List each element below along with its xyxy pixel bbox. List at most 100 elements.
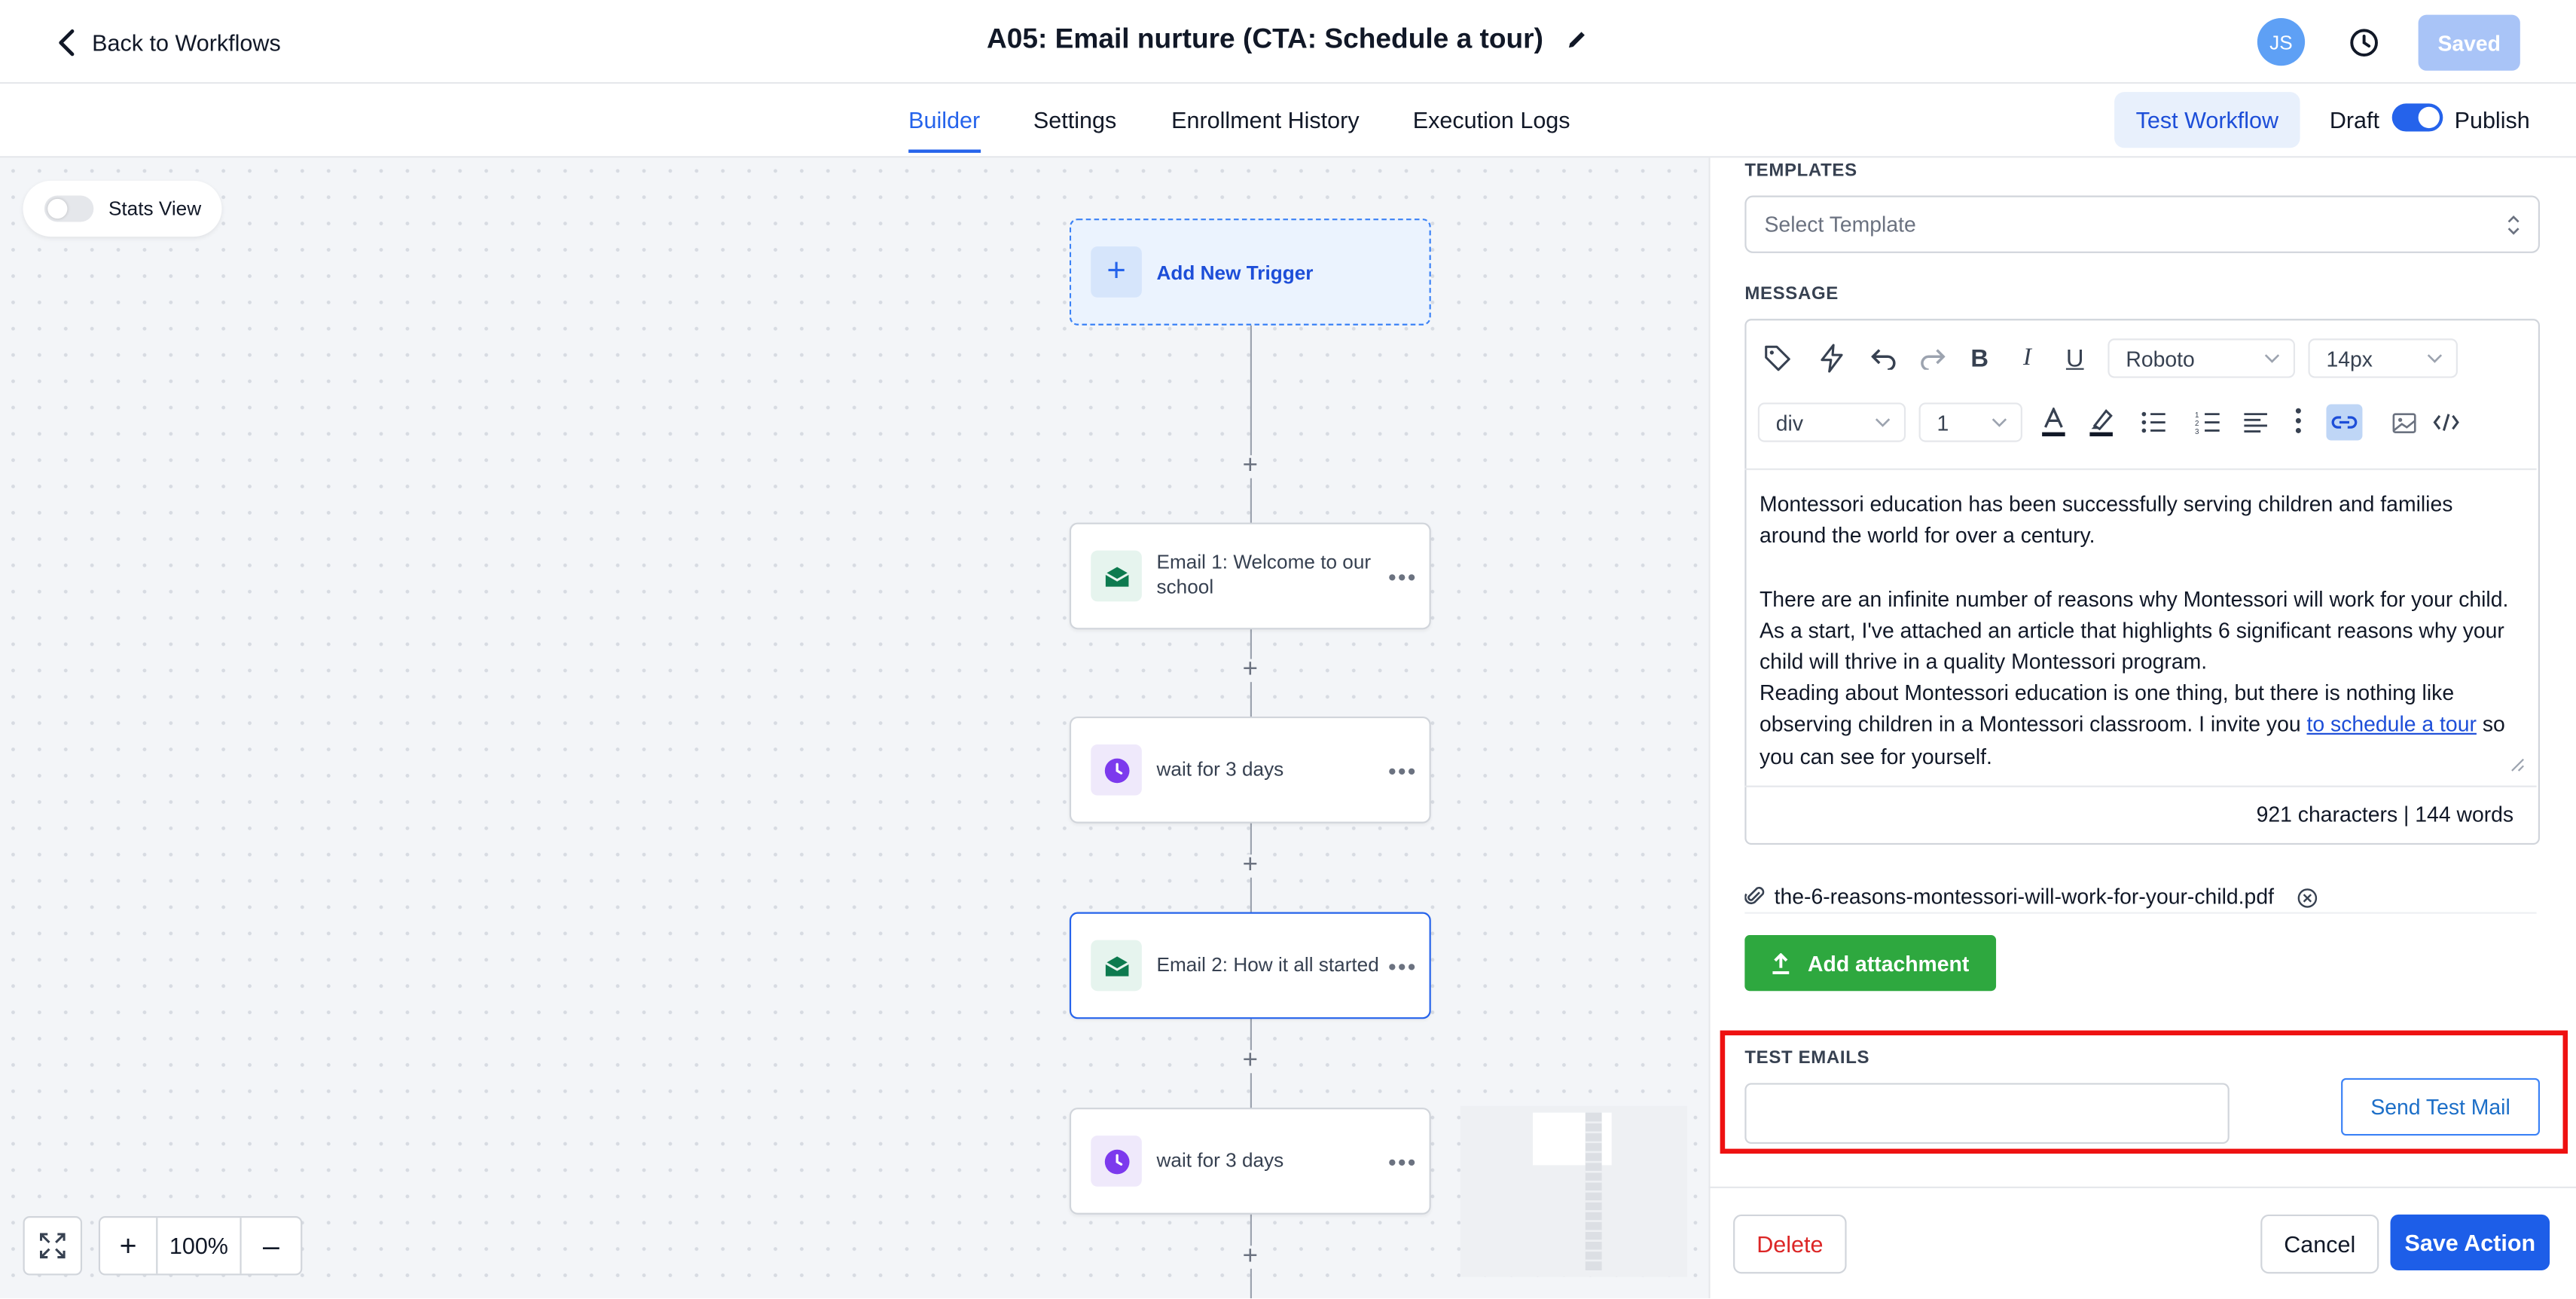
title-row: A05: Email nurture (CTA: Schedule a tour…: [0, 23, 2576, 57]
attachment-name[interactable]: the-6-reasons-montessori-will-work-for-y…: [1775, 883, 2274, 908]
test-email-input[interactable]: [1744, 1083, 2230, 1145]
send-test-mail-button[interactable]: Send Test Mail: [2341, 1077, 2541, 1136]
tab-builder[interactable]: Builder: [908, 107, 980, 133]
template-select-placeholder: Select Template: [1764, 212, 1916, 237]
lightning-icon[interactable]: [1814, 340, 1850, 376]
stats-view-toggle[interactable]: [44, 195, 94, 222]
avatar[interactable]: JS: [2257, 17, 2306, 66]
svg-text:3: 3: [2195, 428, 2199, 434]
workflow-node-wait[interactable]: wait for 3 days •••: [1069, 1108, 1431, 1215]
add-new-trigger-button[interactable]: + Add New Trigger: [1069, 219, 1431, 326]
link-icon[interactable]: [2326, 404, 2363, 441]
clock-icon: [1091, 1135, 1142, 1187]
templates-label: TEMPLATES: [1744, 160, 1857, 181]
editor-footer-divider: [1744, 785, 2537, 787]
minimap-preview: [1532, 1112, 1612, 1271]
schedule-tour-link[interactable]: to schedule a tour: [2306, 712, 2476, 737]
add-attachment-label: Add attachment: [1808, 950, 1970, 976]
zoom-controls: + 100% –: [23, 1216, 303, 1276]
workflow-node-email-selected[interactable]: Email 2: How it all started •••: [1069, 912, 1431, 1019]
saved-button[interactable]: Saved: [2418, 14, 2520, 71]
block-format-select[interactable]: div: [1757, 402, 1906, 442]
zoom-in-button[interactable]: +: [100, 1218, 158, 1274]
tab-settings[interactable]: Settings: [1033, 107, 1116, 133]
bullet-list-icon[interactable]: [2135, 405, 2172, 441]
chevron-down-icon: [1992, 418, 2007, 427]
test-emails-label: TEST EMAILS: [1744, 1048, 1870, 1068]
publish-label: Publish: [2454, 106, 2530, 133]
zoom-level: 100%: [157, 1218, 242, 1274]
test-workflow-button[interactable]: Test Workflow: [2114, 92, 2300, 148]
workflow-canvas[interactable]: [0, 157, 1709, 1299]
message-paragraph: Montessori education has been successful…: [1759, 491, 2453, 548]
font-size-select[interactable]: 14px: [2308, 338, 2458, 378]
stats-view-label: Stats View: [108, 197, 202, 221]
bold-icon[interactable]: B: [1961, 340, 1998, 376]
font-family-value: Roboto: [2126, 346, 2195, 371]
font-family-select[interactable]: Roboto: [2107, 338, 2296, 378]
text-color-icon[interactable]: [2035, 405, 2071, 441]
resize-handle-icon[interactable]: [2510, 757, 2526, 772]
upload-icon: [1773, 952, 1790, 973]
svg-text:2: 2: [2195, 420, 2199, 428]
tag-icon[interactable]: [1760, 340, 1796, 376]
workflow-node-email[interactable]: Email 1: Welcome to our school •••: [1069, 522, 1431, 630]
canvas-minimap[interactable]: [1460, 1105, 1688, 1277]
workflow-node-wait[interactable]: wait for 3 days •••: [1069, 716, 1431, 824]
add-step-plus-icon[interactable]: +: [1238, 1243, 1262, 1270]
align-icon[interactable]: [2238, 405, 2274, 441]
add-step-plus-icon[interactable]: +: [1238, 1047, 1262, 1074]
plus-icon: +: [1091, 246, 1142, 298]
attachment-divider: [1744, 912, 2537, 914]
numbered-list-icon[interactable]: 123: [2190, 405, 2226, 441]
more-vertical-icon[interactable]: [2280, 402, 2316, 439]
svg-text:1: 1: [2195, 411, 2199, 420]
italic-icon[interactable]: I: [2010, 340, 2046, 376]
template-select[interactable]: Select Template: [1744, 195, 2541, 253]
save-action-button[interactable]: Save Action: [2390, 1214, 2550, 1271]
editor-toolbar-divider: [1744, 468, 2537, 470]
history-icon[interactable]: [2346, 25, 2382, 61]
more-options-icon[interactable]: •••: [1388, 564, 1418, 590]
code-icon[interactable]: [2428, 405, 2465, 441]
draft-label: Draft: [2329, 106, 2380, 133]
tab-enrollment-history[interactable]: Enrollment History: [1171, 107, 1359, 133]
add-step-plus-icon[interactable]: +: [1238, 852, 1262, 879]
publish-toggle[interactable]: [2391, 103, 2443, 132]
add-step-plus-icon[interactable]: +: [1238, 656, 1262, 683]
fit-to-screen-button[interactable]: [23, 1216, 83, 1276]
node-label: wait for 3 days: [1156, 1148, 1284, 1172]
tab-bar: Builder Settings Enrollment History Exec…: [0, 84, 2576, 158]
highlight-icon[interactable]: [2083, 405, 2120, 441]
more-options-icon[interactable]: •••: [1388, 757, 1418, 784]
message-paragraph: Reading about Montessori education is on…: [1760, 677, 2519, 772]
remove-attachment-icon[interactable]: [2297, 888, 2318, 909]
delete-button[interactable]: Delete: [1733, 1214, 1847, 1274]
underline-icon[interactable]: U: [2057, 340, 2093, 376]
cancel-button[interactable]: Cancel: [2260, 1214, 2379, 1274]
message-label: MESSAGE: [1744, 284, 1839, 304]
redo-icon[interactable]: [1914, 340, 1950, 376]
image-icon[interactable]: [2385, 405, 2422, 441]
node-label: Email 1: Welcome to our school: [1156, 550, 1372, 598]
stats-view-control: Stats View: [23, 180, 222, 237]
edit-pencil-icon[interactable]: [1566, 28, 1589, 51]
email-open-icon: [1091, 940, 1142, 992]
node-label: wait for 3 days: [1156, 757, 1284, 781]
paperclip-icon: [1744, 887, 1765, 905]
panel-footer-divider: [1708, 1186, 2576, 1188]
line-height-select[interactable]: 1: [1918, 402, 2022, 442]
zoom-out-button[interactable]: –: [242, 1218, 301, 1273]
chevron-up-down-icon: [2507, 215, 2520, 235]
tab-execution-logs[interactable]: Execution Logs: [1413, 107, 1570, 133]
chevron-down-icon: [2264, 354, 2280, 363]
message-paragraph: There are an infinite number of reasons …: [1759, 585, 2509, 674]
expand-icon: [40, 1233, 66, 1259]
add-step-plus-icon[interactable]: +: [1238, 453, 1262, 479]
add-attachment-button[interactable]: Add attachment: [1744, 935, 1997, 992]
email-open-icon: [1091, 550, 1142, 602]
more-options-icon[interactable]: •••: [1388, 953, 1418, 980]
undo-icon[interactable]: [1866, 340, 1903, 376]
message-body[interactable]: Montessori education has been successful…: [1760, 488, 2519, 778]
more-options-icon[interactable]: •••: [1388, 1149, 1418, 1175]
